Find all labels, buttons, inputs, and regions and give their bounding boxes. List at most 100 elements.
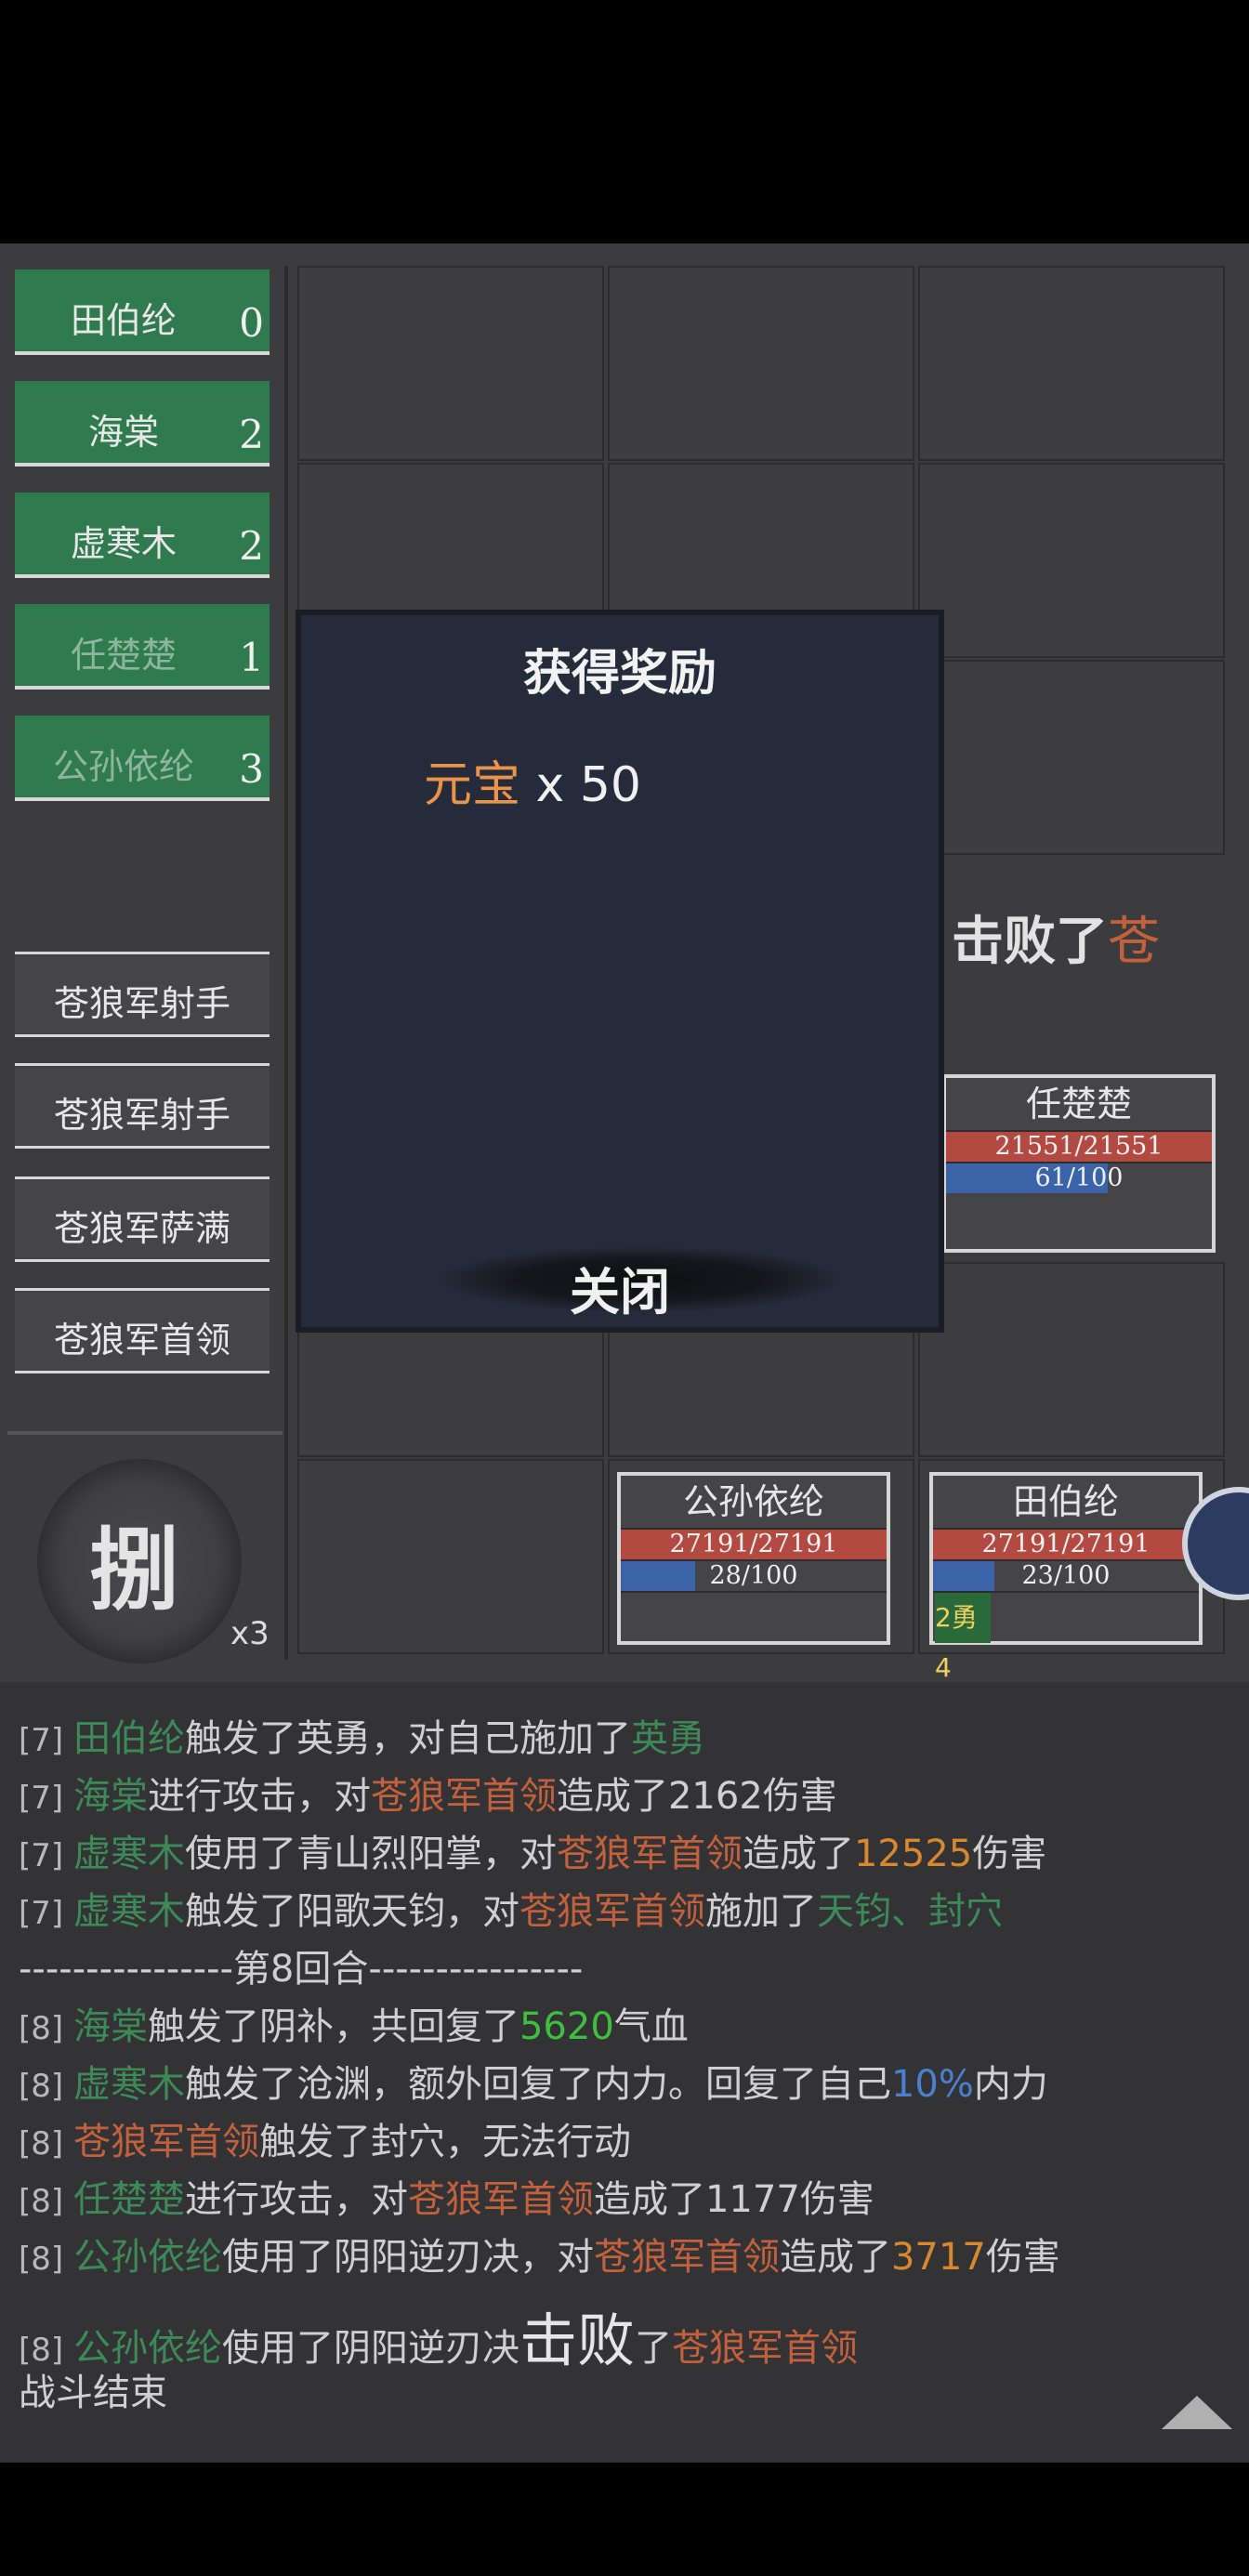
team-member-button[interactable]: 海棠 2 <box>15 381 270 467</box>
hp-text: 27191/27191 <box>669 1530 838 1558</box>
log-line: [8] 虚寒木触发了沧渊，额外回复了内力。回复了自己10%内力 <box>19 2054 1048 2108</box>
log-segment: 伤害 <box>972 1833 1047 1875</box>
log-round-index: [7] <box>19 1780 73 1817</box>
log-segment: 12525 <box>853 1833 973 1875</box>
enemy-name: 苍狼军射手 <box>53 1095 230 1136</box>
log-segment: 苍狼军首领 <box>556 1833 743 1875</box>
hero-card[interactable]: 任楚楚 21551/21551 61/100 <box>942 1074 1216 1253</box>
enemy-name: 苍狼军射手 <box>53 983 230 1024</box>
log-segment: 使用了青山烈阳掌，对 <box>184 1833 557 1875</box>
team-member-count: 0 <box>239 300 264 346</box>
divider <box>284 266 288 1660</box>
grid-cell[interactable] <box>297 266 604 461</box>
mp-bar: 61/100 <box>946 1162 1212 1193</box>
log-line: 战斗结束 <box>19 2372 167 2414</box>
team-member-name: 海棠 <box>87 412 159 453</box>
log-round-index: [8] <box>19 2125 73 2162</box>
grid-cell[interactable] <box>918 266 1225 461</box>
log-round-index: [8] <box>19 2183 73 2220</box>
log-segment: 触发了沧渊，额外回复了内力。回复了自己 <box>184 2063 891 2106</box>
log-line: [7] 虚寒木使用了青山烈阳掌，对苍狼军首领造成了12525伤害 <box>19 1823 1046 1877</box>
log-segment: 施加了 <box>704 1890 817 1933</box>
log-segment: 3717 <box>890 2236 986 2279</box>
status-row: 2勇4 <box>933 1591 1199 1683</box>
grid-cell[interactable] <box>918 1262 1225 1457</box>
log-segment: 使用了阴阳逆刃决，对 <box>221 2236 594 2279</box>
scroll-up-icon[interactable] <box>1162 2396 1232 2429</box>
reward-name: 元宝 <box>424 757 521 813</box>
team-member-button[interactable]: 任楚楚 1 <box>15 604 270 690</box>
log-line: [7] 田伯纶触发了英勇，对自己施加了英勇 <box>19 1708 705 1762</box>
team-member-name: 虚寒木 <box>70 523 177 564</box>
log-segment: 苍狼军首领 <box>407 2178 594 2221</box>
log-segment: 苍狼军首领 <box>72 2121 259 2163</box>
reward-dialog: 获得奖励 元宝 x 50 关闭 <box>296 610 944 1333</box>
skill-glyph: 捌 <box>89 1518 178 1623</box>
enemy-name: 苍狼军萨满 <box>53 1208 230 1249</box>
team-member-name: 任楚楚 <box>70 635 177 676</box>
team-member-count: 2 <box>239 412 264 457</box>
log-line: [7] 虚寒木触发了阳歌天钧，对苍狼军首领施加了天钧、封穴 <box>19 1881 1003 1935</box>
mp-text: 28/100 <box>709 1561 798 1590</box>
grid-cell[interactable] <box>918 463 1225 658</box>
log-segment: 进行攻击，对 <box>147 1775 371 1818</box>
team-member-button[interactable]: 田伯纶 0 <box>15 269 270 355</box>
dialog-title: 获得奖励 <box>522 646 717 702</box>
log-segment: 公孙依纶 <box>72 2236 222 2279</box>
hero-card[interactable]: 公孙依纶 27191/27191 28/100 <box>617 1472 890 1645</box>
hero-name: 公孙依纶 <box>682 1481 824 1522</box>
team-member-button[interactable]: 虚寒木 2 <box>15 493 270 578</box>
log-segment: 5620 <box>519 2005 614 2048</box>
enemy-button[interactable]: 苍狼军首领 <box>15 1288 270 1373</box>
team-member-button[interactable]: 公孙依纶 3 <box>15 716 270 801</box>
log-segment: 苍狼军首领 <box>671 2327 858 2370</box>
log-segment: 海棠 <box>72 1775 148 1818</box>
enemy-button[interactable]: 苍狼军萨满 <box>15 1176 270 1262</box>
enemy-button[interactable]: 苍狼军射手 <box>15 952 270 1037</box>
log-segment: 英勇 <box>630 1717 705 1760</box>
log-line: [8] 任楚楚进行攻击，对苍狼军首领造成了1177伤害 <box>19 2169 874 2223</box>
log-segment: 造成了 <box>779 2236 891 2279</box>
grid-cell[interactable] <box>918 660 1225 855</box>
log-segment: 内力 <box>973 2063 1048 2106</box>
log-line: [7] 海棠进行攻击，对苍狼军首领造成了2162伤害 <box>19 1766 837 1820</box>
log-round-index: [7] <box>19 1722 73 1759</box>
hero-card[interactable]: 田伯纶 27191/27191 23/100 2勇4 <box>929 1472 1203 1683</box>
hp-text: 27191/27191 <box>981 1530 1150 1558</box>
log-segment: 击败 <box>519 2307 635 2374</box>
buff-badge: 2勇4 <box>935 1593 991 1683</box>
reward-quantity: x 50 <box>520 757 642 813</box>
log-segment: 触发了英勇，对自己施加了 <box>184 1717 631 1760</box>
skill-multiplier: x3 <box>230 1615 270 1652</box>
log-segment: 造成了 <box>742 1833 854 1875</box>
mp-text: 61/100 <box>1034 1163 1124 1192</box>
team-member-count: 2 <box>239 523 264 569</box>
defeat-banner-text: 击败了 <box>952 911 1108 972</box>
log-segment: 海棠 <box>72 2005 148 2048</box>
log-segment: 10% <box>890 2063 974 2106</box>
round-divider: ----------------第8回合---------------- <box>19 1948 584 1991</box>
log-segment: 伤害 <box>985 2236 1060 2279</box>
log-round-index: [7] <box>19 1837 73 1874</box>
enemy-button[interactable]: 苍狼军射手 <box>15 1063 270 1149</box>
log-segment: 了 <box>634 2327 672 2370</box>
team-member-count: 1 <box>239 635 264 680</box>
log-segment: 气血 <box>613 2005 689 2048</box>
enemy-name: 苍狼军首领 <box>53 1320 230 1360</box>
divider <box>7 1431 283 1435</box>
log-segment: 天钧、封穴 <box>816 1890 1003 1933</box>
log-segment: 触发了阴补，共回复了 <box>147 2005 519 2048</box>
log-segment: 虚寒木 <box>72 1890 185 1933</box>
log-line: [8] 苍狼军首领触发了封穴，无法行动 <box>19 2111 631 2165</box>
grid-cell[interactable] <box>297 1459 604 1654</box>
close-button[interactable]: 关闭 <box>301 1251 939 1324</box>
log-segment: 造成了1177伤害 <box>593 2178 874 2221</box>
log-round-index: [7] <box>19 1895 73 1932</box>
defeat-banner-target: 苍 <box>1108 912 1160 972</box>
log-segment: 苍狼军首领 <box>593 2236 780 2279</box>
status-row <box>621 1591 887 1643</box>
team-member-name: 公孙依纶 <box>52 746 194 787</box>
log-segment: 虚寒木 <box>72 1833 185 1875</box>
team-member-count: 3 <box>239 746 264 792</box>
grid-cell[interactable] <box>608 266 914 461</box>
